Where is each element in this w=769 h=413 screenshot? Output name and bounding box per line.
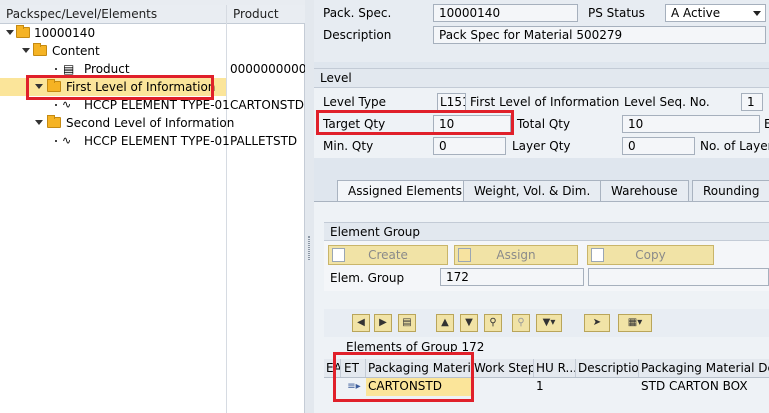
level-seq-field[interactable]: 1 (741, 93, 763, 111)
tree-row-label: HCCP ELEMENT TYPE-01 (84, 134, 230, 148)
elem-group-label: Elem. Group (330, 271, 405, 285)
sort-ascending-icon[interactable]: ▲ (436, 314, 454, 332)
last-page-icon[interactable]: ▶ (374, 314, 392, 332)
sort-descending-icon[interactable]: ▼ (460, 314, 478, 332)
ps-status-select[interactable]: A Active (665, 4, 766, 22)
tab-warehouse[interactable]: Warehouse (600, 180, 689, 202)
tab-strip-bg (314, 158, 769, 180)
details-icon[interactable]: ▤ (398, 314, 416, 332)
folder-icon (16, 25, 30, 38)
assign-button-label: Assign (496, 248, 536, 262)
assign-button[interactable]: Assign (454, 245, 578, 265)
tree-row-product: CARTONSTD (230, 98, 304, 112)
highlight-frame (26, 75, 214, 100)
level-type-field[interactable]: L151 (437, 93, 466, 111)
highlight-frame (316, 110, 514, 135)
leaf-bullet-icon (55, 68, 57, 70)
description-field[interactable]: Pack Spec for Material 500279 (433, 26, 766, 44)
create-button-label: Create (368, 248, 408, 262)
assign-icon (458, 248, 471, 262)
create-button[interactable]: Create (328, 245, 448, 265)
level-type-label: Level Type (323, 95, 387, 109)
layer-qty-field[interactable]: 0 (622, 137, 695, 155)
copy-button-label: Copy (635, 248, 666, 262)
description-label: Description (323, 28, 392, 42)
copy-icon (591, 248, 604, 262)
tab-assigned-elements[interactable]: Assigned Elements (337, 180, 474, 202)
splitter-grip-icon (308, 236, 310, 260)
tree-col-header-product[interactable]: Product (227, 5, 305, 24)
level-section-title: Level (314, 68, 769, 88)
layer-qty-label: Layer Qty (512, 139, 571, 153)
highlight-frame (333, 352, 474, 402)
filter-icon[interactable]: ▼▾ (536, 314, 562, 332)
total-qty-field[interactable]: 10 (622, 115, 760, 133)
min-qty-field[interactable]: 0 (433, 137, 506, 155)
tree-row-label: Second Level of Information (66, 116, 235, 130)
first-page-icon[interactable]: ◀ (352, 314, 370, 332)
col-description[interactable]: Description (576, 359, 639, 377)
tree-row-label: Content (52, 44, 100, 58)
export-icon[interactable]: ➤ (584, 314, 610, 332)
expand-arrow-icon[interactable] (22, 48, 30, 53)
splitter[interactable] (305, 0, 314, 413)
level-seq-label: Level Seq. No. (624, 95, 710, 109)
elem-group-text-field[interactable] (588, 268, 769, 286)
tree-col-header-elements[interactable]: Packspec/Level/Elements (0, 5, 226, 24)
tab-weight-vol-dim[interactable]: Weight, Vol. & Dim. (463, 180, 602, 202)
level-type-text: First Level of Information (470, 95, 620, 109)
copy-button[interactable]: Copy (587, 245, 714, 265)
layout-icon[interactable]: ▦▾ (618, 314, 652, 332)
expand-arrow-icon[interactable] (6, 30, 14, 35)
no-layers-label: No. of Layers (700, 139, 769, 153)
tree-row-label: 10000140 (34, 26, 96, 40)
tree-row-element-pallet[interactable]: ∿ HCCP ELEMENT TYPE-01 PALLETSTD (0, 132, 305, 150)
total-qty-label: Total Qty (517, 117, 571, 131)
folder-icon (47, 115, 61, 128)
tree-row-packspec[interactable]: 10000140 (0, 24, 305, 42)
ps-status-label: PS Status (588, 6, 645, 20)
expand-arrow-icon[interactable] (35, 120, 43, 125)
element-group-title: Element Group (324, 222, 769, 241)
tree-row-product: 000000000000 (230, 62, 305, 76)
tree-row-product: PALLETSTD (230, 134, 298, 148)
pack-spec-label: Pack. Spec. (323, 6, 392, 20)
col-pm-desc[interactable]: Packaging Material Desc (639, 359, 769, 377)
min-qty-label: Min. Qty (323, 139, 374, 153)
chevron-down-icon[interactable] (753, 11, 761, 16)
tree-panel: Packspec/Level/Elements Product 10000140… (0, 0, 305, 413)
col-hu-r[interactable]: HU R... (534, 359, 576, 377)
find-next-icon[interactable]: ⚲ (512, 314, 530, 332)
leaf-bullet-icon (55, 104, 57, 106)
cell-pm-desc: STD CARTON BOX (641, 379, 748, 393)
create-doc-icon (332, 248, 345, 262)
element-link-icon: ∿ (62, 134, 72, 147)
total-qty-unit-cut: E (764, 117, 769, 131)
tab-rounding[interactable]: Rounding (692, 180, 769, 202)
tree-row-content[interactable]: Content (0, 42, 305, 60)
col-work-step[interactable]: Work Step (472, 359, 534, 377)
find-icon[interactable]: ⚲ (484, 314, 502, 332)
leaf-bullet-icon (55, 140, 57, 142)
pack-spec-field[interactable]: 10000140 (433, 4, 578, 22)
tree-row-second-level[interactable]: Second Level of Information (0, 114, 305, 132)
folder-icon (33, 43, 47, 56)
ps-status-value: A Active (671, 6, 721, 20)
elem-group-field[interactable]: 172 (440, 268, 584, 286)
cell-hu-r: 1 (536, 379, 544, 393)
